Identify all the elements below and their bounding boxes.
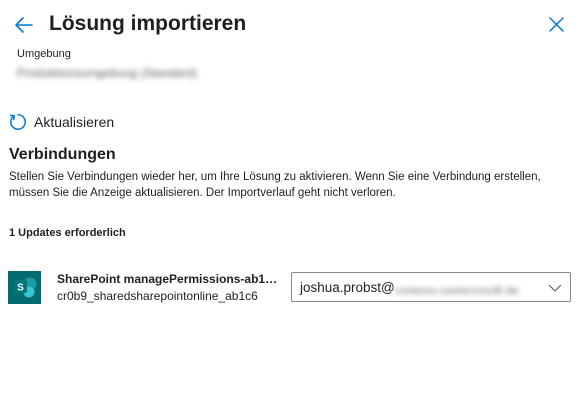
updates-required-count: 1 Updates erforderlich	[9, 227, 126, 239]
refresh-button[interactable]: Aktualisieren	[8, 111, 114, 133]
back-button[interactable]	[11, 12, 37, 38]
page-title: Lösung importieren	[49, 12, 247, 35]
connection-reference: cr0b9_sharedsharepointonline_ab1c6	[57, 289, 258, 303]
connection-row: S SharePoint managePermissions-ab1c6... …	[0, 266, 588, 310]
environment-value: Produktionsumgebung (Standard)	[17, 66, 198, 80]
environment-label: Umgebung	[17, 48, 71, 60]
connections-heading: Verbindungen	[9, 146, 116, 163]
connection-select[interactable]: joshua.probst@contoso.onmicrosoft.de	[291, 272, 571, 302]
connections-description: Stellen Sie Verbindungen wieder her, um …	[9, 171, 541, 199]
svg-text:S: S	[17, 282, 24, 293]
close-icon	[549, 17, 564, 32]
arrow-left-icon	[15, 17, 33, 33]
connection-user: joshua.probst@	[300, 280, 395, 295]
connection-select-value: joshua.probst@contoso.onmicrosoft.de	[300, 279, 523, 297]
panel-header: Lösung importieren	[0, 0, 588, 48]
sharepoint-icon: S	[8, 271, 41, 304]
refresh-label: Aktualisieren	[34, 114, 115, 130]
connection-domain: contoso.onmicrosoft.de	[394, 284, 519, 295]
refresh-icon	[9, 114, 26, 130]
connection-name: SharePoint managePermissions-ab1c6...	[57, 272, 279, 286]
close-button[interactable]	[545, 13, 569, 37]
chevron-down-icon	[548, 284, 562, 292]
import-solution-panel: Lösung importieren Umgebung Produktionsu…	[0, 0, 588, 403]
